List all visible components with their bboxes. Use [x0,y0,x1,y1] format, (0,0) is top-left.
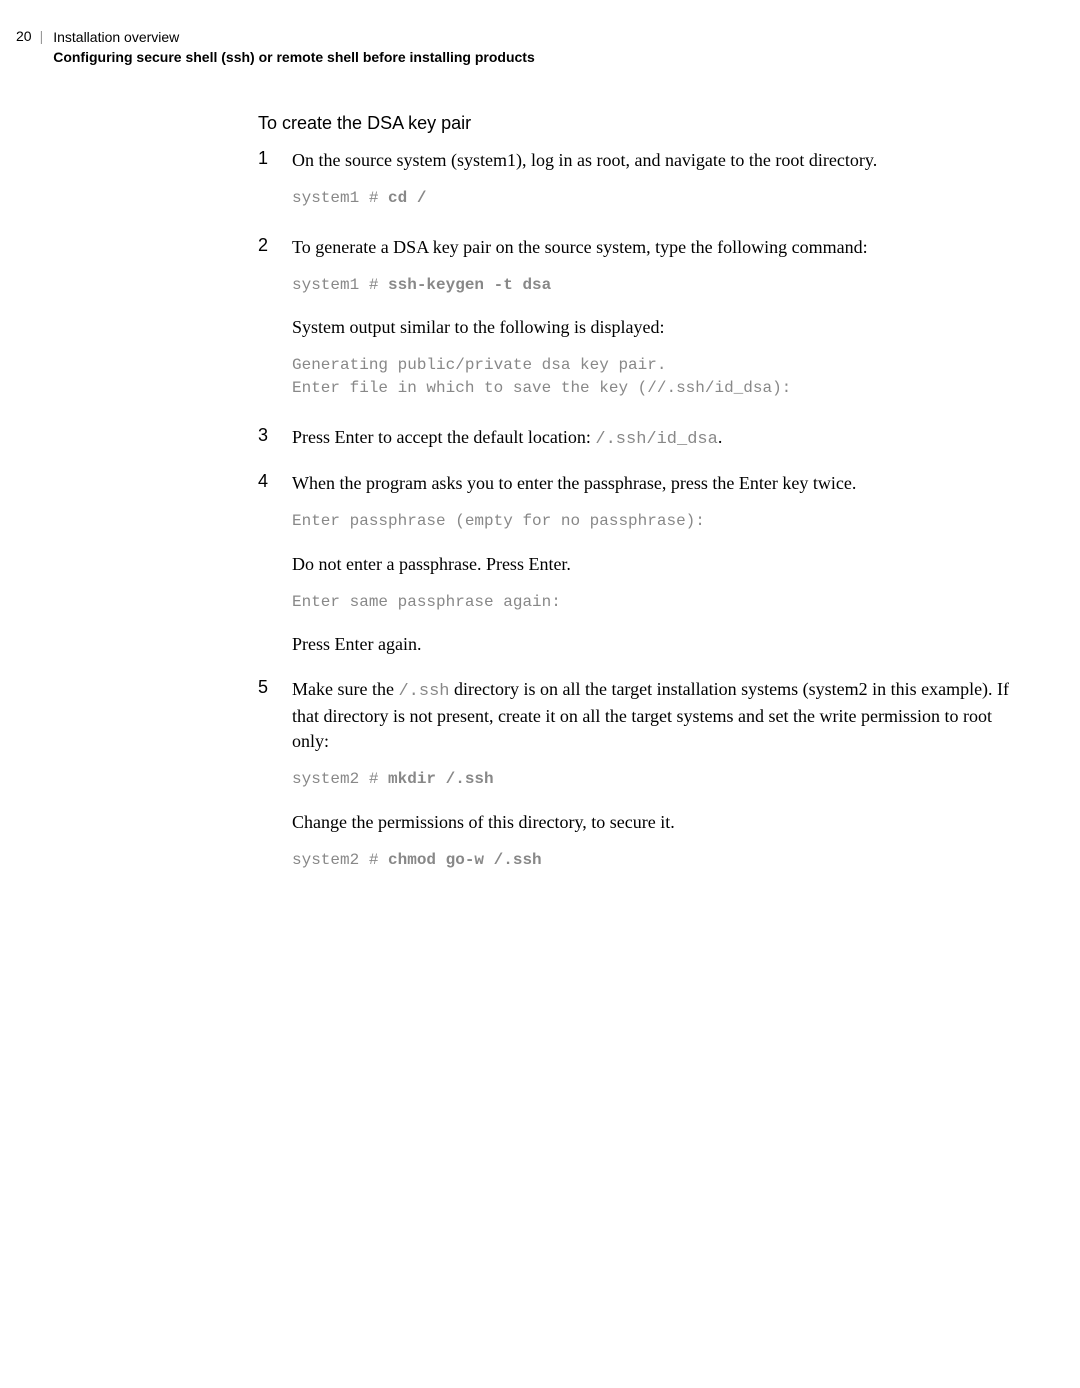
section-title: To create the DSA key pair [258,113,1010,134]
step-4: 4 When the program asks you to enter the… [258,471,1010,671]
step-5-inline-code: /.ssh [398,682,449,701]
step-4-text2: Do not enter a passphrase. Press Enter. [292,552,1010,577]
step-5-code1: system2 # mkdir /.ssh [292,768,1010,791]
step-3-number: 3 [258,425,292,466]
code-prefix: system1 # [292,189,388,207]
code-command: cd / [388,189,426,207]
step-2-body: To generate a DSA key pair on the source… [292,235,1010,419]
step-4-code2: Enter same passphrase again: [292,591,1010,614]
step-4-text3: Press Enter again. [292,632,1010,657]
step-3-text: Press Enter to accept the default locati… [292,425,1010,452]
code-prefix: system2 # [292,770,388,788]
step-5-text2: Change the permissions of this directory… [292,810,1010,835]
step-3-inline-code: /.ssh/id_dsa [595,430,717,449]
step-2-code1: system1 # ssh-keygen -t dsa [292,274,1010,297]
header-divider: | [40,28,44,44]
step-2-text2: System output similar to the following i… [292,315,1010,340]
step-2-number: 2 [258,235,292,419]
step-4-code1: Enter passphrase (empty for no passphras… [292,510,1010,533]
code-prefix: system1 # [292,276,388,294]
step-5-number: 5 [258,677,292,890]
step-2-text: To generate a DSA key pair on the source… [292,235,1010,260]
step-1-number: 1 [258,148,292,228]
code-prefix: system2 # [292,851,388,869]
main-content: To create the DSA key pair 1 On the sour… [258,113,1010,890]
page-header: 20 | Installation overview Configuring s… [0,0,1080,79]
step-1: 1 On the source system (system1), log in… [258,148,1010,228]
page-number: 20 [16,28,32,44]
code-command: chmod go-w /.ssh [388,851,542,869]
step-5-text-before: Make sure the [292,679,398,699]
code-command: mkdir /.ssh [388,770,494,788]
step-3-text-before: Press Enter to accept the default locati… [292,427,595,447]
step-3-body: Press Enter to accept the default locati… [292,425,1010,466]
step-2-code2: Generating public/private dsa key pair. … [292,354,1010,400]
step-3: 3 Press Enter to accept the default loca… [258,425,1010,466]
step-5-text: Make sure the /.ssh directory is on all … [292,677,1010,754]
step-5-code2: system2 # chmod go-w /.ssh [292,849,1010,872]
step-3-text-after: . [718,427,723,447]
step-5: 5 Make sure the /.ssh directory is on al… [258,677,1010,890]
header-text-block: Installation overview Configuring secure… [53,28,535,67]
step-5-body: Make sure the /.ssh directory is on all … [292,677,1010,890]
header-section: Configuring secure shell (ssh) or remote… [53,48,535,68]
step-2: 2 To generate a DSA key pair on the sour… [258,235,1010,419]
step-4-text: When the program asks you to enter the p… [292,471,1010,496]
header-chapter: Installation overview [53,28,535,48]
step-1-code: system1 # cd / [292,187,1010,210]
step-1-body: On the source system (system1), log in a… [292,148,1010,228]
code-command: ssh-keygen -t dsa [388,276,551,294]
step-4-number: 4 [258,471,292,671]
step-1-text: On the source system (system1), log in a… [292,148,1010,173]
step-4-body: When the program asks you to enter the p… [292,471,1010,671]
